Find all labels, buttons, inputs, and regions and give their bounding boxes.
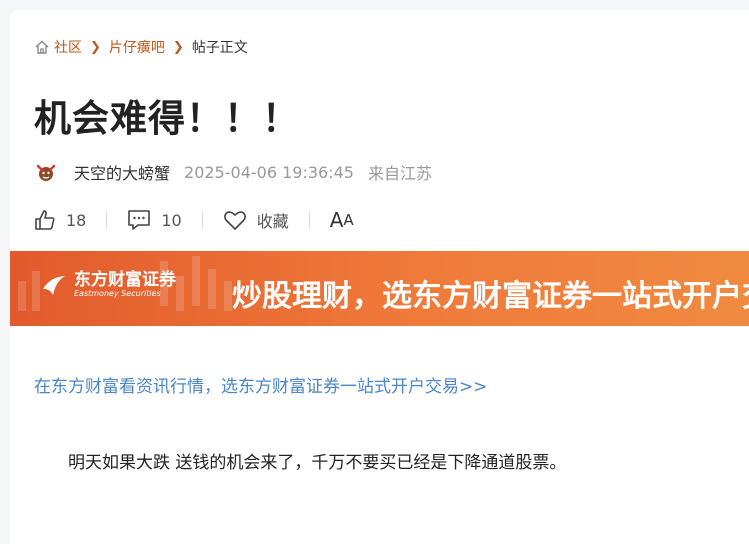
brand-name-en: Eastmoney Securities — [74, 289, 161, 298]
heart-icon — [223, 211, 246, 230]
like-button[interactable]: 18 — [34, 209, 86, 231]
post-origin: 来自江苏 — [367, 164, 432, 183]
chevron-right-icon: ❯ — [172, 39, 184, 55]
breadcrumb-current: 帖子正文 — [191, 40, 248, 56]
breadcrumb-forum[interactable]: 片仔癀吧 — [109, 37, 165, 57]
divider — [201, 211, 203, 229]
chevron-right-icon: ❯ — [90, 39, 101, 55]
action-bar: 18 10 收藏 AA — [34, 208, 354, 232]
favorite-label: 收藏 — [256, 212, 289, 231]
promo-link[interactable]: 在东方财富看资讯行情，选东方财富证券一站式开户交易>> — [34, 372, 488, 397]
divider — [106, 211, 108, 229]
comment-button[interactable]: 10 — [127, 209, 182, 231]
favorite-button[interactable]: 收藏 — [223, 208, 289, 232]
breadcrumb-community[interactable]: 社区 — [54, 37, 82, 57]
post-time: 2025-04-06 19:36:45 — [184, 162, 354, 182]
comment-count: 10 — [161, 210, 182, 230]
font-size-large: A — [329, 208, 344, 232]
comment-icon — [128, 210, 151, 230]
home-icon[interactable] — [34, 39, 50, 55]
font-size-small: A — [343, 211, 354, 229]
avatar[interactable] — [34, 160, 58, 184]
banner-slogan: 炒股理财，选东方财富证券一站式开户交易 — [232, 279, 749, 314]
breadcrumb: 社区 ❯ 片仔癀吧 ❯ 帖子正文 — [34, 37, 248, 57]
thumbs-up-icon — [35, 210, 55, 230]
divider — [308, 211, 310, 229]
post-meta: 天空的大螃蟹 2025-04-06 19:36:45 来自江苏 — [34, 160, 432, 184]
author-name[interactable]: 天空的大螃蟹 — [74, 160, 170, 184]
brand-name: 东方财富证券 — [74, 270, 176, 290]
like-count: 18 — [66, 210, 87, 230]
ad-banner[interactable]: 东方财富证券 Eastmoney Securities 炒股理财，选东方财富证券… — [10, 251, 749, 326]
brand-logo: 东方财富证券 Eastmoney Securities — [40, 271, 176, 299]
eastmoney-logo-icon — [43, 276, 65, 295]
font-size-button[interactable]: AA — [330, 208, 354, 232]
post-title: 机会难得！！！ — [34, 97, 300, 140]
post-card: 社区 ❯ 片仔癀吧 ❯ 帖子正文 机会难得！！！ 天空的大螃蟹 2025-04-… — [10, 10, 749, 544]
post-body: 明天如果大跌 送钱的机会来了，千万不要买已经是下降通道股票。 — [68, 453, 567, 473]
